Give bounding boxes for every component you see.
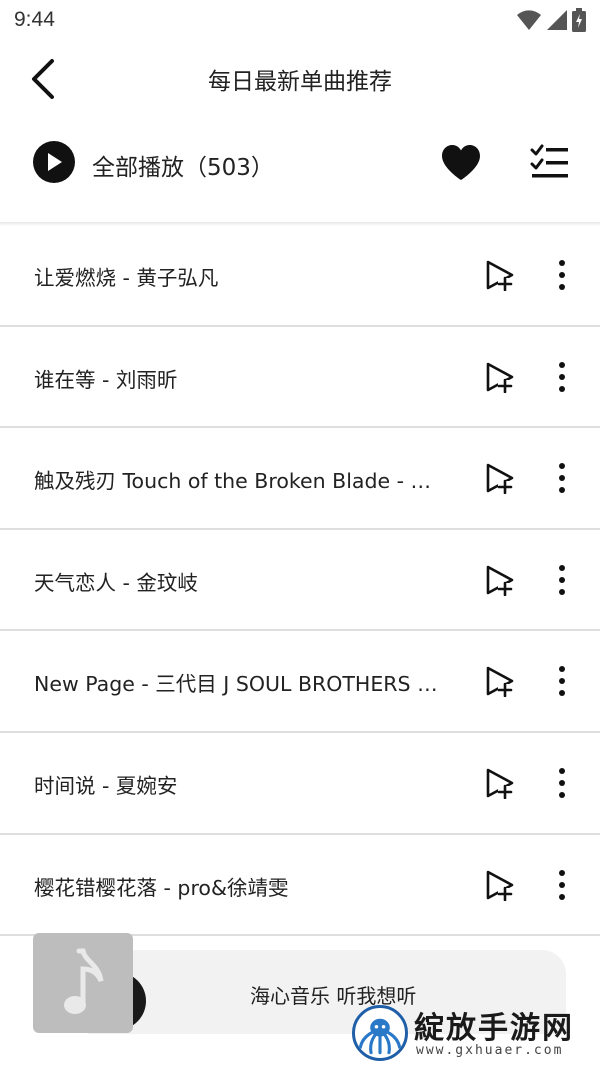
more-vertical-icon[interactable]	[550, 361, 574, 393]
play-circle-icon	[48, 153, 62, 171]
watermark-url: www.gxhuaer.com	[416, 1043, 564, 1058]
octopus-logo-icon	[352, 1005, 408, 1061]
app-bar: 每日最新单曲推荐	[0, 40, 600, 118]
song-title[interactable]: 谁在等 - 刘雨昕	[34, 363, 444, 393]
watermark: 綻放手游网 www.gxhuaer.com	[352, 1003, 596, 1063]
more-vertical-icon[interactable]	[550, 869, 574, 901]
add-to-playlist-icon[interactable]	[484, 564, 516, 596]
list-item[interactable]: 触及残刃 Touch of the Broken Blade - HO…	[0, 428, 600, 530]
more-vertical-icon[interactable]	[550, 462, 574, 494]
heart-icon[interactable]	[440, 144, 482, 182]
add-to-playlist-icon[interactable]	[484, 361, 516, 393]
play-all-label[interactable]: 全部播放（503）	[92, 148, 274, 182]
song-title[interactable]: New Page - 三代目 J SOUL BROTHERS fr…	[34, 667, 444, 697]
song-title[interactable]: 樱花错樱花落 - pro&徐靖雯	[34, 871, 444, 901]
add-to-playlist-icon[interactable]	[484, 767, 516, 799]
play-all-bar: 全部播放（503）	[0, 130, 600, 194]
status-bar: 9:44	[0, 0, 600, 40]
more-vertical-icon[interactable]	[550, 259, 574, 291]
more-vertical-icon[interactable]	[550, 767, 574, 799]
song-list: 让爱燃烧 - 黄子弘凡 谁在等 - 刘雨昕 触及残刃 Touch of the …	[0, 225, 600, 937]
checklist-icon[interactable]	[530, 144, 570, 180]
list-item[interactable]: 樱花错樱花落 - pro&徐靖雯	[0, 835, 600, 937]
list-item[interactable]: 时间说 - 夏婉安	[0, 733, 600, 835]
wifi-icon	[517, 10, 541, 30]
battery-icon	[572, 8, 586, 32]
page-title: 每日最新单曲推荐	[208, 69, 392, 95]
more-vertical-icon[interactable]	[550, 665, 574, 697]
music-note-icon	[64, 948, 104, 1014]
signal-icon	[547, 10, 567, 30]
add-to-playlist-icon[interactable]	[484, 665, 516, 698]
list-item[interactable]: 天气恋人 - 金玟岐	[0, 530, 600, 632]
play-all-button[interactable]	[33, 141, 75, 183]
song-title[interactable]: 触及残刃 Touch of the Broken Blade - HO…	[34, 464, 444, 494]
song-title[interactable]: 时间说 - 夏婉安	[34, 769, 444, 799]
list-item[interactable]: 谁在等 - 刘雨昕	[0, 327, 600, 429]
album-art[interactable]	[33, 933, 133, 1033]
list-item[interactable]: New Page - 三代目 J SOUL BROTHERS fr…	[0, 631, 600, 733]
song-title[interactable]: 天气恋人 - 金玟岐	[34, 566, 444, 596]
status-icons	[516, 8, 586, 32]
add-to-playlist-icon[interactable]	[484, 259, 516, 291]
status-time: 9:44	[14, 8, 55, 31]
add-to-playlist-icon[interactable]	[484, 869, 516, 901]
add-to-playlist-icon[interactable]	[484, 462, 516, 495]
list-item[interactable]: 让爱燃烧 - 黄子弘凡	[0, 225, 600, 327]
watermark-name: 綻放手游网	[414, 1011, 574, 1046]
song-title[interactable]: 让爱燃烧 - 黄子弘凡	[34, 261, 444, 291]
more-vertical-icon[interactable]	[550, 564, 574, 596]
